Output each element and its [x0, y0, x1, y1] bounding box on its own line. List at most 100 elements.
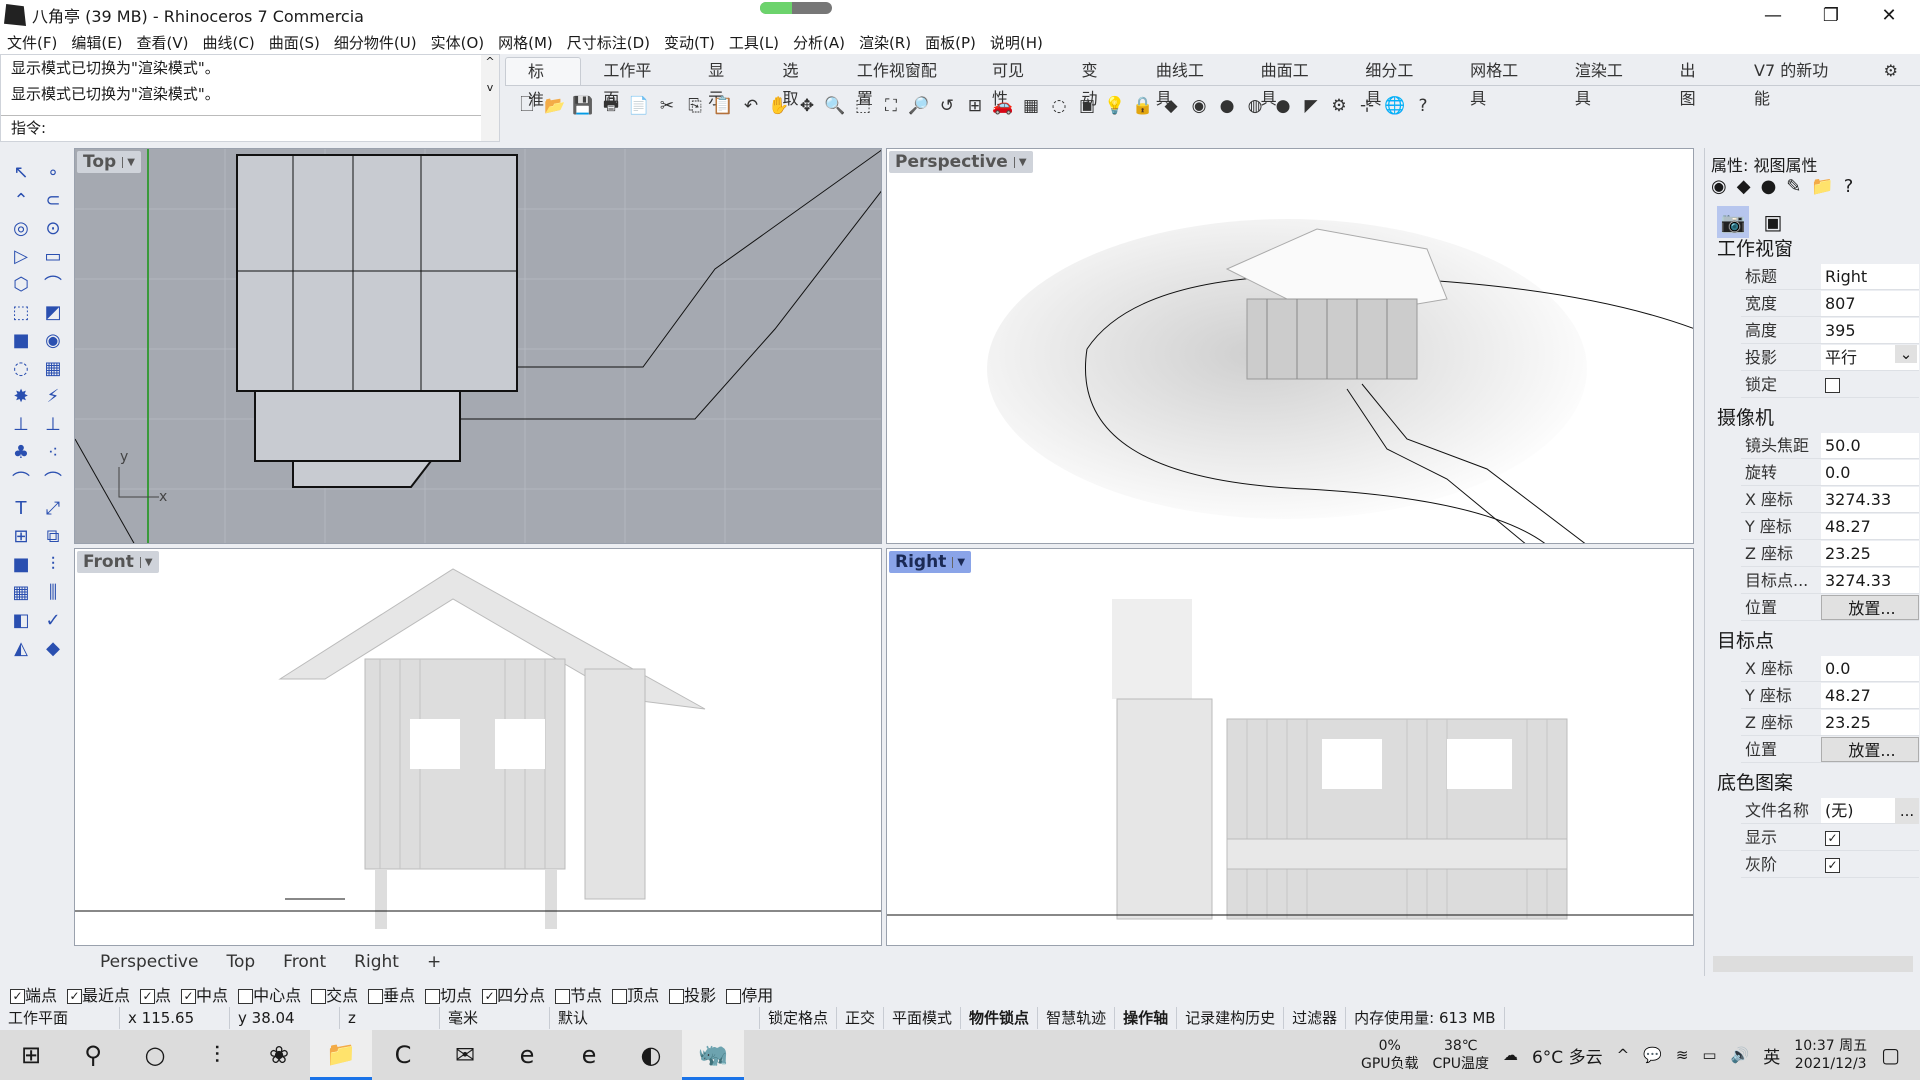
close-button[interactable]: ✕: [1860, 0, 1918, 30]
tab-3[interactable]: 选取: [761, 57, 835, 108]
menu-item[interactable]: 面板(P): [918, 32, 983, 53]
viewport-front[interactable]: Front ▼: [74, 548, 882, 946]
tool-icon[interactable]: ⚡: [38, 382, 68, 410]
menu-item[interactable]: 曲面(S): [262, 32, 327, 53]
cortana-icon[interactable]: ○: [124, 1030, 186, 1080]
tool-icon[interactable]: ⫶: [38, 550, 68, 578]
car-icon[interactable]: 🚗: [991, 94, 1015, 118]
weather-icon[interactable]: ☁: [1503, 1046, 1518, 1064]
osnap-8[interactable]: ✓ 四分点: [482, 982, 545, 1006]
cone-light-icon[interactable]: ◤: [1299, 94, 1323, 118]
start-icon[interactable]: ⊞: [0, 1030, 62, 1080]
tool-icon[interactable]: ⊙: [38, 214, 68, 242]
object-properties-icon[interactable]: ▣: [1075, 94, 1099, 118]
tool-icon[interactable]: ⤢: [38, 494, 68, 522]
panel-tab-icon[interactable]: ●: [1761, 176, 1777, 197]
osnap-5[interactable]: 交点: [311, 982, 358, 1006]
property-checkbox[interactable]: ✓: [1821, 852, 1919, 877]
osnap-12[interactable]: 停用: [726, 982, 773, 1006]
osnap-11[interactable]: 投影: [669, 982, 716, 1006]
tool-icon[interactable]: ✓: [38, 606, 68, 634]
osnap-4[interactable]: 中心点: [238, 982, 301, 1006]
osnap-checkbox[interactable]: ✓: [482, 989, 498, 1004]
tool-icon[interactable]: ♣: [6, 438, 36, 466]
tab-2[interactable]: 显示: [686, 57, 760, 108]
gear-settings-icon[interactable]: ⚙: [1327, 94, 1351, 118]
units-status[interactable]: 毫米: [440, 1007, 550, 1029]
property-value[interactable]: 23.25: [1821, 710, 1919, 735]
paste-icon[interactable]: 📋: [711, 94, 735, 118]
property-value[interactable]: 48.27: [1821, 514, 1919, 539]
y-coordinate[interactable]: y 38.04: [230, 1007, 340, 1029]
tool-icon[interactable]: ◆: [38, 634, 68, 662]
help-icon[interactable]: ?: [1411, 94, 1435, 118]
menu-item[interactable]: 工具(L): [722, 32, 786, 53]
status-toggle[interactable]: 智慧轨迹: [1038, 1007, 1116, 1029]
tool-icon[interactable]: ↖: [6, 158, 36, 186]
osnap-checkbox[interactable]: ✓: [67, 989, 83, 1004]
chevron-down-icon[interactable]: ▼: [122, 156, 135, 168]
tab-1[interactable]: 工作平面: [581, 57, 686, 108]
property-value[interactable]: 395: [1821, 318, 1919, 343]
settings-gear-icon[interactable]: ⚙: [1862, 57, 1920, 85]
tool-icon[interactable]: ⊞: [6, 522, 36, 550]
chevron-down-icon[interactable]: ⌄: [1895, 345, 1917, 363]
app-c-icon[interactable]: C: [372, 1030, 434, 1080]
sphere-grid-icon[interactable]: ◍: [1243, 94, 1267, 118]
menu-item[interactable]: 分析(A): [786, 32, 852, 53]
viewport-perspective[interactable]: Perspective ▼: [886, 148, 1694, 544]
tool-icon[interactable]: ⧉: [38, 522, 68, 550]
chevron-up-icon[interactable]: ^: [1617, 1046, 1630, 1064]
viewport-right[interactable]: Right ▼: [886, 548, 1694, 946]
pan-icon[interactable]: ✋: [767, 94, 791, 118]
viewport-label-top[interactable]: Top ▼: [77, 151, 141, 173]
material-icon[interactable]: ◆: [1159, 94, 1183, 118]
cplane-status[interactable]: 工作平面: [0, 1007, 120, 1029]
osnap-checkbox[interactable]: [726, 989, 742, 1004]
tool-icon[interactable]: ⫼: [38, 578, 68, 606]
checkbox[interactable]: ✓: [1825, 858, 1840, 873]
tool-icon[interactable]: ⊂: [38, 186, 68, 214]
sphere-gray-icon[interactable]: ●: [1215, 94, 1239, 118]
status-toggle[interactable]: 物件锁点: [961, 1007, 1039, 1029]
tool-icon[interactable]: ◧: [6, 606, 36, 634]
panel-tab-icon[interactable]: ◆: [1737, 176, 1751, 197]
new-file-icon[interactable]: 🗋: [515, 94, 539, 118]
globe-icon[interactable]: 🌐: [1383, 94, 1407, 118]
menu-item[interactable]: 细分物件(U): [327, 32, 424, 53]
osnap-0[interactable]: ✓ 端点: [10, 982, 57, 1006]
osnap-checkbox[interactable]: [612, 989, 628, 1004]
osnap-1[interactable]: ✓ 最近点: [67, 982, 130, 1006]
file-explorer-icon[interactable]: 📁: [310, 1030, 372, 1080]
light-bulb-icon[interactable]: 💡: [1103, 94, 1127, 118]
open-folder-icon[interactable]: 📂: [543, 94, 567, 118]
osnap-checkbox[interactable]: [238, 989, 254, 1004]
viewport-top[interactable]: y x Top ▼: [74, 148, 882, 544]
save-icon[interactable]: 💾: [571, 94, 595, 118]
tool-icon[interactable]: ⊥: [6, 410, 36, 438]
tab-4[interactable]: 工作视窗配置: [835, 57, 970, 108]
property-value[interactable]: 0.0: [1821, 656, 1919, 681]
view-tab-perspective[interactable]: Perspective: [86, 952, 212, 972]
tool-icon[interactable]: ✸: [6, 382, 36, 410]
tool-icon[interactable]: ◌: [6, 354, 36, 382]
osnap-checkbox[interactable]: ✓: [140, 989, 156, 1004]
osnap-7[interactable]: 切点: [425, 982, 472, 1006]
mail-icon[interactable]: ✉: [434, 1030, 496, 1080]
tool-icon[interactable]: ⊥: [38, 410, 68, 438]
menu-item[interactable]: 实体(O): [424, 32, 492, 53]
ie-icon[interactable]: e: [558, 1030, 620, 1080]
menu-item[interactable]: 查看(V): [130, 32, 196, 53]
lock-icon[interactable]: 🔒: [1131, 94, 1155, 118]
tab-6[interactable]: 变动: [1060, 57, 1134, 108]
menu-item[interactable]: 文件(F): [0, 32, 64, 53]
menu-item[interactable]: 渲染(R): [852, 32, 918, 53]
layer-status[interactable]: 默认: [550, 1007, 760, 1029]
import-icon[interactable]: 📄: [627, 94, 651, 118]
zoom-icon[interactable]: 🔍: [823, 94, 847, 118]
panel-horizontal-scrollbar[interactable]: [1713, 956, 1913, 972]
edge-icon[interactable]: e: [496, 1030, 558, 1080]
property-checkbox[interactable]: ✓: [1821, 825, 1919, 850]
osnap-checkbox[interactable]: [669, 989, 685, 1004]
tab-10[interactable]: 网格工具: [1448, 57, 1553, 108]
